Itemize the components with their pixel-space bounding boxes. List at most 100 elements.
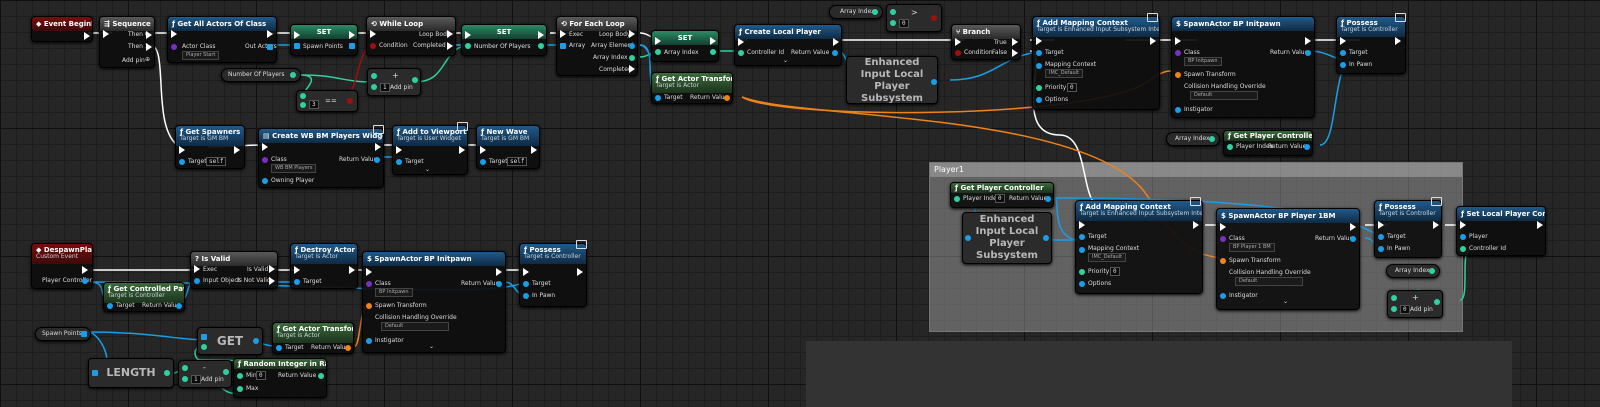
exec-in-pin[interactable] — [396, 146, 402, 154]
exec-out-pin[interactable] — [349, 31, 355, 39]
array-index-variable-p1[interactable]: Array Index — [1386, 264, 1440, 278]
object-in-pin[interactable] — [366, 338, 372, 344]
set-spawn-points-node[interactable]: SET Spawn Points — [290, 24, 358, 56]
exec-out-pin[interactable] — [710, 37, 716, 45]
for-each-loop-node[interactable]: ⟲ For Each Loop Exec Loop Body Array Arr… — [556, 16, 638, 76]
exec-in-pin[interactable] — [294, 31, 300, 39]
class-dropdown[interactable]: BP Initpawn — [1184, 57, 1222, 66]
exec-in-pin[interactable] — [1036, 37, 1042, 45]
int-in-pin[interactable] — [1460, 246, 1466, 252]
int-in-pin[interactable] — [655, 49, 661, 55]
array-out-pin[interactable] — [267, 44, 273, 50]
object-in-pin[interactable] — [107, 303, 113, 309]
add-pin-icon[interactable]: ⊕ — [145, 56, 150, 63]
exec-out-pin[interactable] — [82, 266, 88, 274]
class-dropdown[interactable]: BP Player 1 BM — [1229, 243, 1275, 252]
enhanced-input-subsystem-top-node[interactable]: Enhanced Input Local Player Subsystem — [846, 56, 938, 104]
class-pin[interactable] — [171, 44, 177, 50]
exec-in-pin[interactable] — [1340, 37, 1346, 45]
create-widget-node[interactable]: ▤ Create WB BM Players Widget Class WB B… — [258, 125, 384, 188]
object-out-pin[interactable] — [253, 338, 259, 344]
exec-out-pin[interactable] — [1350, 223, 1356, 231]
event-beginplay-node[interactable]: ◆ Event BeginPlay — [31, 16, 93, 42]
equal-int-node[interactable]: 3 == — [296, 90, 358, 112]
object-out-pin[interactable] — [1045, 196, 1051, 202]
int-out-pin[interactable] — [629, 55, 635, 61]
object-in-pin-2[interactable] — [1036, 63, 1042, 69]
struct-in-pin[interactable] — [366, 303, 372, 309]
int-out-pin[interactable] — [538, 43, 544, 49]
object-in-pin[interactable] — [194, 278, 200, 284]
destroy-actor-node[interactable]: ƒ Destroy Actor Target is Actor Target — [290, 243, 358, 289]
int-out-pin[interactable] — [412, 77, 418, 83]
exec-out-completed[interactable] — [629, 65, 635, 73]
exec-in-pin[interactable] — [366, 268, 372, 276]
set-array-index-node[interactable]: SET Array Index — [651, 30, 719, 62]
int-in-pin-2[interactable] — [371, 84, 377, 90]
exec-in-pin[interactable] — [1079, 221, 1085, 229]
class-pin[interactable] — [262, 157, 268, 163]
add-int-node[interactable]: + 1 Add pin — [367, 68, 421, 96]
object-out-pin[interactable] — [832, 50, 838, 56]
add-int-p1-node[interactable]: + 0 Add pin — [1387, 290, 1443, 318]
int-out-pin[interactable] — [223, 369, 229, 375]
collision-dropdown[interactable]: Default — [1235, 277, 1303, 286]
exec-out-is-not-valid[interactable] — [269, 277, 275, 285]
branch-node[interactable]: ⑂ Branch True Condition False — [951, 24, 1021, 60]
add-pin-label[interactable]: Add pin — [390, 84, 413, 91]
object-in-pin[interactable] — [294, 279, 300, 285]
get-actor-transform-top-node[interactable]: ƒ Get Actor TransformTarget is Actor Tar… — [651, 72, 733, 104]
get-controlled-pawn-node[interactable]: ƒ Get Controlled PawnTarget is Controlle… — [103, 282, 185, 312]
priority-value-box[interactable]: 0 — [1067, 83, 1077, 92]
object-out-pin[interactable] — [496, 281, 502, 287]
exec-in-pin[interactable] — [1460, 221, 1466, 229]
int-in-pin[interactable] — [1036, 85, 1042, 91]
int-out-pin[interactable] — [1429, 268, 1435, 274]
set-number-of-players-node[interactable]: SET Number Of Players — [461, 24, 547, 56]
spawn-actor-initpawn-bottom-node[interactable]: $ SpawnActor BP Initpawn Class BP Initpa… — [362, 251, 506, 353]
int-value-box[interactable]: 3 — [309, 100, 319, 109]
exec-in-pin[interactable] — [179, 146, 185, 154]
exec-out-pin[interactable] — [1433, 221, 1439, 229]
exec-out-pin[interactable] — [1305, 37, 1311, 45]
exec-in-pin[interactable] — [480, 146, 486, 154]
object-out-pin[interactable] — [1305, 50, 1311, 56]
array-in-pin[interactable] — [201, 334, 207, 340]
int-value-box[interactable]: 1 — [191, 375, 201, 384]
exec-out-true[interactable] — [1012, 38, 1018, 46]
object-in-pin[interactable] — [965, 235, 971, 241]
class-dropdown[interactable]: BP Initpawn — [375, 288, 413, 297]
exec-in-pin[interactable] — [103, 30, 109, 38]
object-out-pin[interactable] — [1043, 235, 1049, 241]
struct-in-pin[interactable] — [1079, 281, 1085, 287]
object-in-pin[interactable] — [655, 95, 661, 101]
exec-out-pin[interactable] — [1193, 221, 1199, 229]
exec-out-pin[interactable] — [459, 146, 465, 154]
struct-out-pin[interactable] — [345, 345, 351, 351]
add-mapping-context-top-node[interactable]: ƒ Add Mapping Context Target is Enhanced … — [1032, 13, 1160, 110]
array-in-pin[interactable] — [294, 43, 300, 49]
number-of-players-variable[interactable]: Number Of Players — [221, 68, 301, 82]
exec-out-loop-body[interactable] — [447, 30, 453, 38]
int-value-box[interactable]: 0 — [1400, 305, 1410, 314]
int-in-pin[interactable] — [1391, 295, 1397, 301]
object-in-pin[interactable] — [1460, 234, 1466, 240]
exec-in-pin[interactable] — [194, 265, 200, 273]
add-mapping-context-p1-node[interactable]: ƒ Add Mapping Context Target is Enhanced … — [1075, 197, 1203, 294]
exec-in-pin[interactable] — [262, 143, 268, 151]
exec-in-pin[interactable] — [1220, 223, 1226, 231]
exec-out-pin[interactable] — [538, 31, 544, 39]
actor-class-dropdown[interactable]: Player Start — [182, 51, 220, 60]
exec-out-pin[interactable] — [577, 268, 583, 276]
object-out-pin[interactable] — [82, 278, 88, 284]
chevron-down-icon[interactable]: ⌄ — [1283, 298, 1288, 305]
object-in-pin[interactable] — [1079, 234, 1085, 240]
struct-in-pin[interactable] — [1220, 258, 1226, 264]
object-out-pin[interactable] — [1350, 236, 1356, 242]
exec-in-pin[interactable] — [738, 38, 744, 46]
int-out-pin[interactable] — [318, 373, 324, 379]
get-actor-transform-bottom-node[interactable]: ƒ Get Actor TransformTarget is Actor Tar… — [272, 322, 354, 354]
object-out-pin[interactable] — [1304, 144, 1310, 150]
int-out-pin[interactable] — [164, 370, 170, 376]
exec-out-pin[interactable] — [234, 146, 240, 154]
